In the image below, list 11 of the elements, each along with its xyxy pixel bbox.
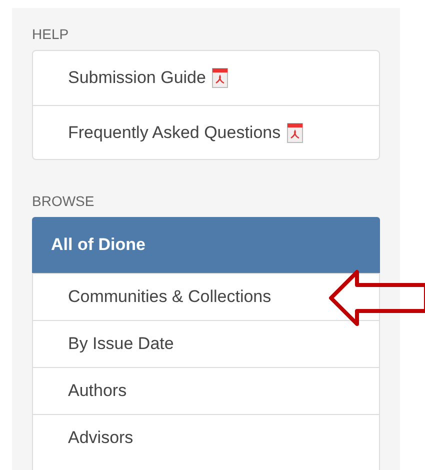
- browse-link[interactable]: By Issue Date: [33, 320, 379, 367]
- browse-link[interactable]: Advisors: [33, 414, 379, 461]
- section-heading: BROWSE: [32, 193, 94, 209]
- pdf-file-icon: [286, 122, 303, 142]
- section-heading: HELP: [32, 26, 69, 42]
- help-link[interactable]: Submission Guide: [33, 51, 379, 105]
- browse-link[interactable]: Communities & Collections: [33, 273, 379, 320]
- pdf-file-icon: [212, 68, 228, 88]
- browse-header[interactable]: All of Dione: [32, 217, 380, 273]
- help-link[interactable]: Frequently Asked Questions: [33, 105, 379, 159]
- browse-link[interactable]: Authors: [33, 367, 379, 414]
